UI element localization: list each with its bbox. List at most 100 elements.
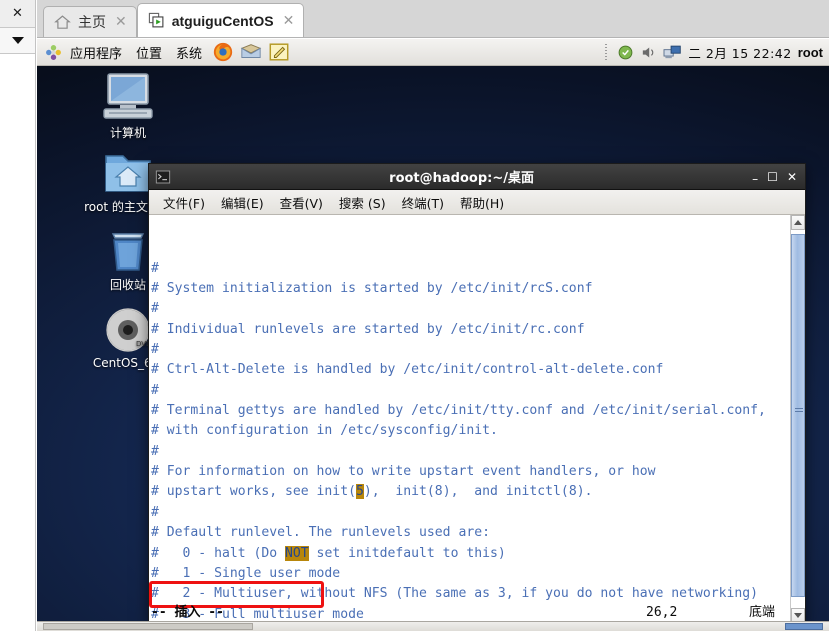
scrollbar-thumb[interactable]: [791, 234, 805, 597]
workspace-switcher[interactable]: [785, 623, 823, 630]
sidebar-close-row: ✕: [0, 0, 35, 28]
panel-separator: [605, 44, 608, 60]
terminal-line: #: [151, 381, 790, 401]
terminal-window[interactable]: root@hadoop:~/桌面 – ☐ ✕ 文件(F) 编辑(E) 查看(V)…: [148, 163, 806, 624]
tab-close-icon[interactable]: ✕: [281, 14, 295, 28]
terminal-span: #: [151, 301, 159, 317]
network-icon[interactable]: [663, 44, 682, 61]
update-manager-icon[interactable]: [617, 44, 634, 61]
tab-close-icon[interactable]: ✕: [113, 15, 127, 29]
vim-scroll-location: 底端: [749, 604, 776, 620]
vim-status-line: -- 插入 -- 26,2 底端: [149, 603, 790, 623]
terminal-span: #: [151, 443, 159, 459]
menu-search[interactable]: 搜索 (S): [331, 193, 394, 212]
gnome-top-panel: 应用程序 位置 系统 二 2月 15 22:42 root: [37, 39, 829, 66]
terminal-span: # Ctrl-Alt-Delete is handled by /etc/ini…: [151, 362, 664, 378]
scrollbar-track[interactable]: [791, 230, 805, 608]
menu-view[interactable]: 查看(V): [272, 193, 331, 212]
terminal-line: #: [151, 442, 790, 462]
taskbar-window-button[interactable]: [43, 623, 253, 630]
terminal-span: # Terminal gettys are handled by /etc/in…: [151, 403, 766, 419]
terminal-span: # 2 - Multiuser, without NFS (The same a…: [151, 586, 758, 602]
terminal-line: # For information on how to write upstar…: [151, 462, 790, 482]
terminal-line: #: [151, 503, 790, 523]
terminal-span: # Default runlevel. The runlevels used a…: [151, 525, 490, 541]
home-icon: [54, 14, 71, 29]
terminal-span: #: [151, 260, 159, 276]
panel-menus: 应用程序 位置 系统: [37, 41, 293, 63]
close-icon[interactable]: ✕: [787, 171, 797, 183]
terminal-titlebar[interactable]: root@hadoop:~/桌面 – ☐ ✕: [149, 164, 805, 190]
terminal-icon: [155, 170, 171, 183]
terminal-span: # 0 - halt (Do: [151, 545, 286, 561]
terminal-span: ), init(8), and initctl(8).: [363, 484, 593, 500]
terminal-line: # Default runlevel. The runlevels used a…: [151, 523, 790, 543]
terminal-line: #: [151, 340, 790, 360]
panel-menu-system[interactable]: 系统: [169, 43, 209, 62]
terminal-scrollbar[interactable]: [790, 215, 805, 623]
terminal-text-area[interactable]: # # System initialization is started by /…: [149, 215, 790, 623]
gnome-bottom-panel: [37, 621, 829, 631]
scrollbar-grip: [795, 408, 803, 414]
menu-terminal[interactable]: 终端(T): [394, 193, 452, 212]
desktop-icon-label: 计算机: [109, 126, 146, 140]
desktop-icon-computer[interactable]: 计算机: [80, 72, 176, 140]
terminal-body: # # System initialization is started by /…: [149, 215, 805, 623]
terminal-lines: # # System initialization is started by /…: [151, 259, 790, 623]
terminal-line: # 2 - Multiuser, without NFS (The same a…: [151, 584, 790, 604]
terminal-line: # 0 - halt (Do NOT set initdefault to th…: [151, 544, 790, 564]
terminal-span: # For information on how to write upstar…: [151, 464, 656, 480]
terminal-line: # Terminal gettys are handled by /etc/in…: [151, 401, 790, 421]
menu-file[interactable]: 文件(F): [155, 193, 213, 212]
terminal-line: # 1 - Single user mode: [151, 564, 790, 584]
terminal-span: # System initialization is started by /e…: [151, 281, 593, 297]
maximize-icon[interactable]: ☐: [767, 171, 778, 183]
vim-mode-indicator: -- 插入 --: [151, 604, 224, 620]
terminal-line: # with configuration in /etc/sysconfig/i…: [151, 421, 790, 441]
centos-logo-icon[interactable]: [44, 43, 63, 62]
terminal-line: # Ctrl-Alt-Delete is handled by /etc/ini…: [151, 360, 790, 380]
terminal-span: # with configuration in /etc/sysconfig/i…: [151, 423, 498, 439]
vm-play-icon: [148, 12, 164, 28]
menu-edit[interactable]: 编辑(E): [213, 193, 272, 212]
panel-menu-places[interactable]: 位置: [129, 43, 169, 62]
text-editor-icon[interactable]: [268, 41, 290, 63]
terminal-line: # Individual runlevels are started by /e…: [151, 320, 790, 340]
menu-help[interactable]: 帮助(H): [452, 193, 512, 212]
tab-bar: 主页 ✕ atguiguCentOS ✕: [37, 0, 829, 38]
panel-clock[interactable]: 二 2月 15 22:42: [688, 43, 791, 62]
terminal-span-hl: NOT: [285, 545, 309, 561]
firefox-icon[interactable]: [212, 41, 234, 63]
application-root: ✕ 主页 ✕ atguiguCentOS ✕ 应用程序 位置 系统 二 2月 1…: [0, 0, 829, 631]
tab-home[interactable]: 主页 ✕: [43, 6, 137, 37]
terminal-line: #: [151, 259, 790, 279]
sidebar-dropdown-row[interactable]: [0, 28, 35, 54]
terminal-span: # Individual runlevels are started by /e…: [151, 321, 585, 337]
vim-cursor-position: 26,2: [646, 604, 678, 620]
tab-atguigucentos-label: atguiguCentOS: [171, 12, 274, 29]
tab-home-label: 主页: [78, 14, 106, 30]
panel-tray: 二 2月 15 22:42 root: [601, 43, 829, 62]
scroll-up-icon[interactable]: [791, 215, 805, 230]
terminal-span: #: [151, 342, 159, 358]
terminal-span-hl: 5: [355, 484, 364, 500]
computer-icon: [103, 73, 153, 119]
evolution-mail-icon[interactable]: [240, 41, 262, 63]
minimize-icon[interactable]: –: [752, 173, 758, 185]
tab-atguigucentos[interactable]: atguiguCentOS ✕: [136, 3, 305, 37]
panel-menu-applications[interactable]: 应用程序: [63, 43, 129, 62]
terminal-line: # upstart works, see init(5), init(8), a…: [151, 482, 790, 502]
chevron-down-icon[interactable]: [11, 37, 24, 44]
terminal-span: #: [151, 382, 159, 398]
terminal-span: # upstart works, see init(: [151, 484, 356, 500]
left-sidebar-strip: ✕: [0, 0, 36, 631]
panel-user-label[interactable]: root: [798, 45, 823, 60]
volume-icon[interactable]: [640, 44, 657, 61]
close-icon[interactable]: ✕: [12, 7, 23, 20]
terminal-title: root@hadoop:~/桌面: [389, 171, 534, 186]
terminal-span: set initdefault to this): [308, 545, 506, 561]
desktop-surface[interactable]: 计算机 root 的主文件夹 回收站 DVD CentOS_6.8 root@h…: [37, 66, 829, 631]
vm-screen: 应用程序 位置 系统 二 2月 15 22:42 root 计算机 root 的…: [37, 39, 829, 631]
terminal-line: # System initialization is started by /e…: [151, 279, 790, 299]
terminal-span: # 1 - Single user mode: [151, 565, 341, 581]
